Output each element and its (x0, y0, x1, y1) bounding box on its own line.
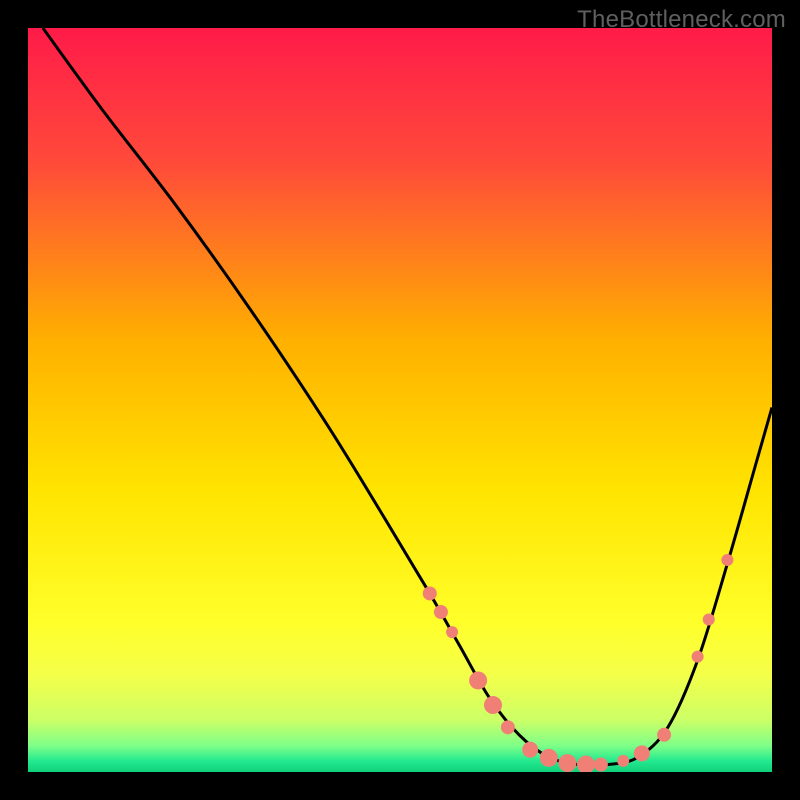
background-gradient (28, 28, 772, 772)
plot-area (28, 28, 772, 772)
chart-stage: TheBottleneck.com (0, 0, 800, 800)
watermark-text: TheBottleneck.com (577, 6, 786, 34)
